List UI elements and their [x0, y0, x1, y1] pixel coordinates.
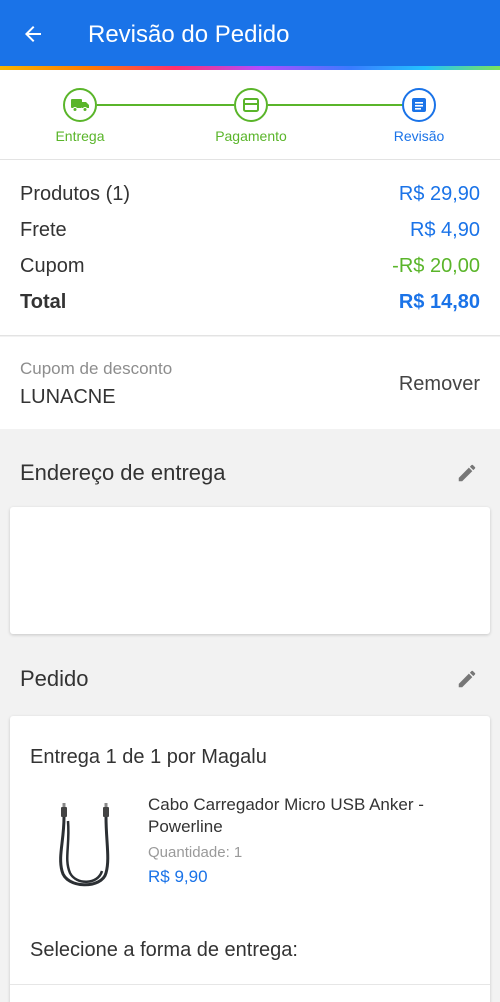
coupon-caption: Cupom de desconto [20, 359, 173, 378]
usb-cable-icon [59, 803, 110, 887]
quantity-label: Quantidade: [148, 844, 230, 861]
address-section-title: Endereço de entrega [20, 460, 226, 485]
product-name[interactable]: Cabo Carregador Micro USB Anker - Powerl… [148, 794, 468, 838]
summary-row-products: Produtos (1) R$ 29,90 [20, 183, 480, 206]
step-label: Entrega [55, 128, 105, 144]
quantity-value: 1 [233, 844, 243, 861]
summary-value: R$ 4,90 [409, 219, 480, 241]
step-pagamento[interactable]: Pagamento [181, 88, 321, 144]
address-card[interactable] [10, 507, 490, 634]
summary-row-coupon: Cupom -R$ 20,00 [20, 255, 480, 278]
summary-value: -R$ 20,00 [392, 255, 480, 277]
coupon-code: LUNACNE [20, 386, 116, 408]
summary-label: Frete [20, 219, 67, 241]
app-bar: Revisão do Pedido [0, 0, 500, 66]
summary-label: Produtos (1) [20, 183, 131, 205]
step-circle [234, 88, 268, 122]
order-section-title: Pedido [20, 666, 89, 691]
order-summary: Produtos (1) R$ 29,90 Frete R$ 4,90 Cupo… [0, 160, 500, 336]
step-circle [402, 88, 436, 122]
summary-label: Total [20, 291, 67, 313]
step-circle [63, 88, 97, 122]
pencil-icon [458, 670, 476, 688]
edit-address-button[interactable] [454, 460, 480, 486]
remove-coupon-button[interactable]: Remover [399, 373, 480, 396]
summary-value: R$ 14,80 [398, 291, 480, 313]
step-label: Revisão [393, 128, 445, 144]
pencil-icon [458, 464, 476, 482]
select-delivery-title: Selecione a forma de entrega: [30, 939, 298, 961]
step-revisao[interactable]: Revisão [349, 88, 489, 144]
summary-row-shipping: Frete R$ 4,90 [20, 219, 480, 242]
list-icon [412, 98, 426, 112]
divider [10, 984, 490, 985]
delivery-header: Entrega 1 de 1 por Magalu [30, 746, 267, 768]
product-image [50, 801, 130, 891]
summary-label: Cupom [20, 255, 85, 277]
checkout-stepper: Entrega Pagamento Revisão [0, 70, 500, 160]
product-quantity: Quantidade: 1 [148, 844, 242, 861]
step-entrega[interactable]: Entrega [10, 88, 150, 144]
step-label: Pagamento [215, 128, 287, 144]
arrow-left-icon [25, 26, 41, 42]
summary-value: R$ 29,90 [398, 183, 480, 205]
edit-order-button[interactable] [454, 666, 480, 692]
truck-icon [71, 99, 89, 112]
summary-row-total: Total R$ 14,80 [20, 291, 480, 314]
order-card: Entrega 1 de 1 por Magalu Cabo Carregado… [10, 716, 490, 1002]
back-button[interactable] [18, 19, 48, 49]
product-price: R$ 9,90 [148, 867, 208, 886]
coupon-section: Cupom de desconto LUNACNE Remover [0, 337, 500, 429]
page-title: Revisão do Pedido [88, 21, 290, 48]
card-icon [243, 98, 259, 112]
